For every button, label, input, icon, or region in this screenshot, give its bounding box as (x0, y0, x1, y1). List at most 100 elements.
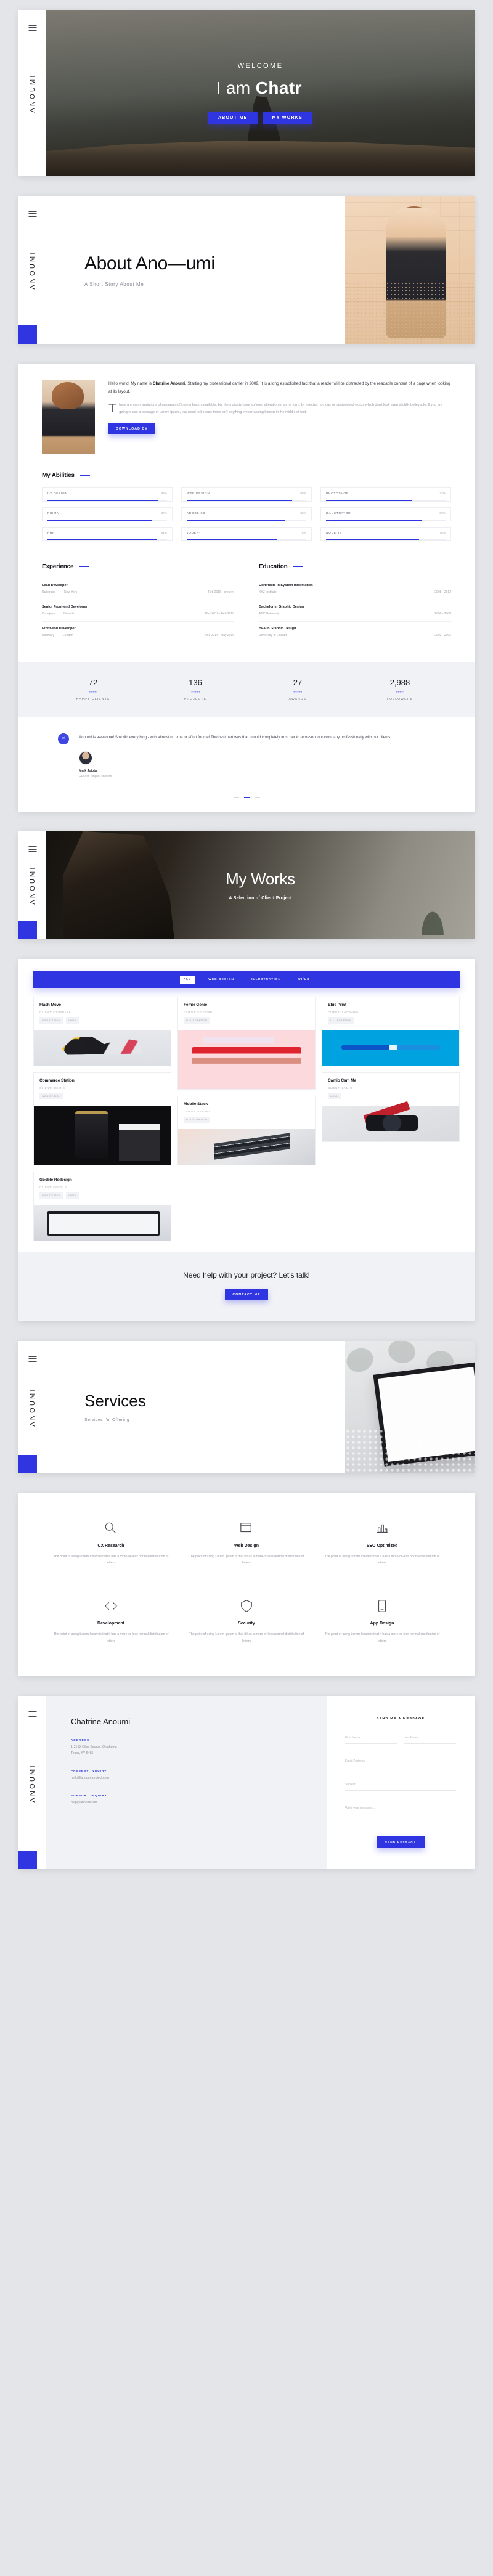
last-name-input[interactable] (404, 1733, 456, 1745)
about-content-section: Hello world! My name is Chatrine Anoumi.… (0, 354, 493, 821)
pager-dot[interactable] (233, 797, 239, 798)
blue-image (322, 1029, 459, 1066)
skill-name: PHP (47, 532, 55, 535)
counter-label: PROJECTS (184, 698, 207, 701)
left-rail: ANOUMI (18, 10, 46, 176)
services-hero-frame: ANOUMI Services Services I'm Offering (18, 1340, 475, 1473)
hero-frame: ANOUMI WELCOME I am Chatr ABOUT ME MY WO… (18, 10, 475, 176)
skill-track (187, 520, 306, 521)
skill-name: ILLUSTRATOR (326, 512, 351, 515)
service-item: UX Research The point of using Lorem Ipsu… (51, 1522, 171, 1567)
skill-bar (326, 500, 412, 501)
skill-bar (187, 520, 285, 521)
portfolio-title: Femie Genie (184, 1002, 208, 1007)
skill-bar (47, 520, 152, 521)
hamburger-icon[interactable] (28, 1355, 36, 1363)
skill-item: WEB DESIGN 88% (181, 487, 312, 502)
rail-brand-label: ANOUMI (28, 73, 36, 113)
pager-dot-active[interactable] (243, 797, 250, 798)
service-item: Security The point of using Lorem Ipsum i… (186, 1599, 307, 1644)
portfolio-filter-all[interactable]: ALL (179, 975, 195, 984)
portfolio-card[interactable]: Blue Print CLIENT: SNOWMAN ILLUSTRATION (322, 996, 460, 1066)
testimonial-pager[interactable] (18, 797, 475, 812)
counter-item: 27 AWARDS (246, 678, 349, 701)
portfolio-card[interactable]: Flash Move CLIENT: OTOSPARK WEB DESIGN UI/U… (33, 996, 171, 1066)
about-me-button[interactable]: ABOUT ME (208, 111, 258, 124)
skill-percent: 80% (439, 512, 446, 515)
works-subtitle: A Selection of Client Project (229, 896, 292, 901)
cta-banner: Need help with your project? Let's talk!… (18, 1252, 475, 1321)
portfolio-tag: WEB DESIGN (39, 1192, 63, 1199)
portfolio-frame: ALL WEB DESIGN ILLUSTRATION UI/UX Flash Mov… (18, 958, 475, 1321)
email-input[interactable] (345, 1756, 456, 1768)
hamburger-icon[interactable] (28, 210, 36, 218)
portfolio-card[interactable]: Femie Genie CLIENT: FG CORP ILLUSTRATION (177, 996, 316, 1090)
download-cv-button[interactable]: DOWNLOAD CV (108, 423, 155, 434)
portfolio-filter-web-design[interactable]: WEB DESIGN (205, 976, 238, 984)
service-item: Development The point of using Lorem Ipsu… (51, 1599, 171, 1644)
resume-org: ABC University (259, 612, 280, 616)
portfolio-grid: Flash Move CLIENT: OTOSPARK WEB DESIGN UI/U… (33, 996, 460, 1241)
pager-dot[interactable] (254, 797, 260, 798)
my-works-button[interactable]: MY WORKS (262, 111, 313, 124)
cta-heading: Need help with your project? Let's talk! (183, 1270, 310, 1279)
portfolio-client: CLIENT: GOOBLE (39, 1185, 67, 1189)
first-name-input[interactable] (345, 1733, 397, 1745)
contact-info-block: PROJECT INQUIRY hello@anoumi-project.com (71, 1769, 306, 1782)
services-title: Services (84, 1392, 146, 1411)
portfolio-tags: WEB DESIGN UI/UX (39, 1017, 165, 1024)
message-textarea[interactable] (345, 1803, 456, 1825)
counter-number: 2,988 (389, 678, 410, 687)
accent-square (18, 325, 37, 344)
send-message-button[interactable]: SEND MESSAGE (376, 1836, 425, 1849)
skill-track (47, 520, 167, 521)
hamburger-icon[interactable] (28, 845, 36, 854)
service-title: Security (238, 1621, 255, 1626)
portfolio-title: Gooble Redesign (39, 1177, 72, 1182)
contact-info-block: SUPPORT INQUIRY help@anoumi.com (71, 1794, 306, 1806)
left-rail: ANOUMI (18, 1340, 46, 1473)
left-rail: ANOUMI (18, 1696, 46, 1870)
bio-paragraph-primary: Hello world! My name is Chatrine Anoumi.… (108, 380, 451, 396)
service-title: UX Research (97, 1543, 124, 1548)
skill-bar (187, 539, 278, 540)
skill-percent: 76% (300, 532, 306, 535)
contact-me-button[interactable]: CONTACT ME (225, 1289, 268, 1300)
resume-date: Dec 2014 - May 2016 (205, 634, 234, 637)
subject-input[interactable] (345, 1780, 456, 1791)
skill-item: UX DESIGN 93% (42, 487, 173, 502)
resume-item: Front-end Developer Rotimary London Dec 201… (42, 622, 234, 643)
counter-number: 27 (293, 678, 303, 687)
rail-brand-label: ANOUMI (28, 250, 36, 290)
portfolio-card[interactable]: Commerce Station CLIENT: CM INC WEB DESIGN (33, 1072, 171, 1165)
experience-column: Experience Lead Developer Ruberube New Yor… (42, 545, 234, 643)
portfolio-card[interactable]: Camio Cam Me CLIENT: CAMIO UI/UX (322, 1072, 460, 1142)
portfolio-column: Blue Print CLIENT: SNOWMAN ILLUSTRATION Cam… (322, 996, 460, 1241)
skill-track (326, 539, 446, 540)
bio-row: Hello world! My name is Chatrine Anoumi.… (42, 380, 451, 454)
portfolio-card[interactable]: Mobile Stack CLIENT: BANANA ILLUSTRATION (177, 1095, 316, 1165)
skill-item: FIGMA 87% (42, 507, 173, 521)
chart-icon (375, 1522, 389, 1535)
portfolio-filter-illustration[interactable]: ILLUSTRATION (248, 976, 285, 984)
resume-org: XYZ Institute (259, 590, 277, 594)
counter-divider-icon (191, 691, 200, 693)
contact-form: SEND ME A MESSAGE SEND MESSAGE (327, 1696, 475, 1870)
portfolio-filter-ui-ux[interactable]: UI/UX (295, 976, 313, 984)
portfolio-tags: UI/UX (328, 1093, 454, 1099)
hero-welcome-label: WELCOME (237, 62, 283, 70)
counter-divider-icon (89, 691, 97, 693)
hamburger-icon[interactable] (28, 1710, 36, 1718)
resume-date: Feb 2018 - present (208, 590, 234, 594)
service-title: SEO Optimized (366, 1543, 398, 1548)
skill-track (326, 520, 446, 521)
hero-title: I am Chatr (216, 78, 305, 98)
service-desc: The point of using Lorem Ipsum is that i… (324, 1632, 440, 1643)
portfolio-filter-bar[interactable]: ALL WEB DESIGN ILLUSTRATION UI/UX (33, 971, 460, 988)
bio-paragraph-secondary: There are many variations of passages of… (108, 402, 442, 416)
resume-org: University of Loksum (259, 634, 288, 637)
portfolio-card[interactable]: Gooble Redesign CLIENT: GOOBLE WEB DESIGN U… (33, 1171, 171, 1241)
portfolio-tag: UI/UX (65, 1017, 79, 1024)
hamburger-icon[interactable] (28, 23, 36, 32)
portfolio-title: Blue Print (328, 1002, 347, 1007)
